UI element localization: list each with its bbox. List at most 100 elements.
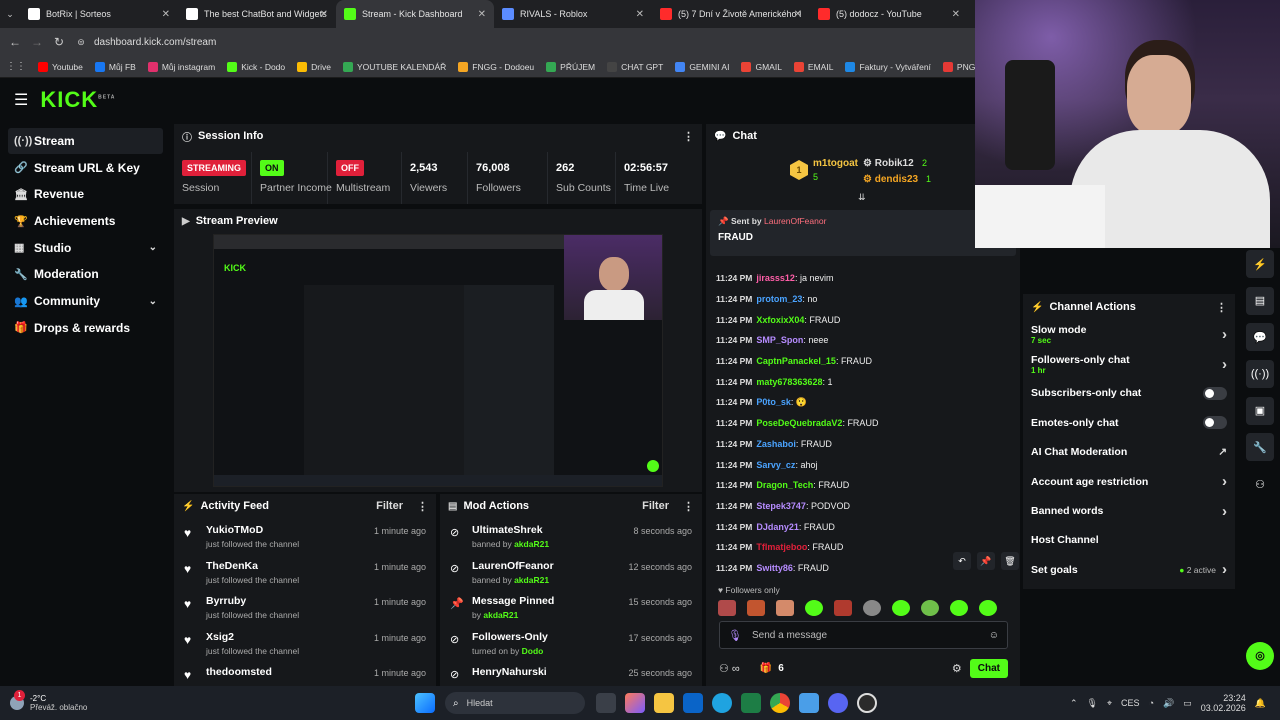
broadcast-icon[interactable]: ((·)) xyxy=(1246,360,1274,389)
chevron-down-icon[interactable]: ⌄ xyxy=(149,242,157,253)
channel-action-account-age-restriction[interactable]: Account age restriction › xyxy=(1023,467,1235,496)
notepad-icon[interactable] xyxy=(798,693,819,713)
reply-icon[interactable]: ↶ xyxy=(953,552,971,570)
explorer-icon[interactable] xyxy=(653,693,674,713)
chat-message[interactable]: 11:24 PM Dragon_Tech: FRAUD xyxy=(706,475,1020,496)
chat-username[interactable]: Sarvy_cz xyxy=(756,460,795,470)
mod-action-title[interactable]: Followers-Only xyxy=(472,631,628,643)
copilot-icon[interactable] xyxy=(624,693,645,713)
chat-message[interactable]: 11:24 PM jirasss12: ja nevim xyxy=(706,268,1020,289)
tab-search-icon[interactable]: ⌄ xyxy=(0,9,20,20)
weather-widget[interactable]: 1 -2°C Převáž. oblačno xyxy=(10,690,210,712)
wifi-icon[interactable]: ◔ xyxy=(1149,698,1154,708)
chevron-down-icon[interactable]: ⌄ xyxy=(149,296,157,307)
session-menu-icon[interactable]: ⋮ xyxy=(683,130,694,143)
users-icon[interactable]: ⚇ ∞ xyxy=(719,662,740,675)
chevron-right-icon[interactable]: › xyxy=(1222,503,1227,520)
help-icon[interactable]: ◎ xyxy=(1246,642,1274,670)
close-tab-icon[interactable]: ✕ xyxy=(478,9,486,20)
mod-action-title[interactable]: Message Pinned xyxy=(472,595,628,607)
clipboard-icon[interactable]: ▤ xyxy=(1246,286,1274,315)
forward-icon[interactable]: → xyxy=(26,35,48,49)
sidebar-item-community[interactable]: 👥 Community ⌄ xyxy=(8,288,163,314)
close-tab-icon[interactable]: ✕ xyxy=(162,9,170,20)
settings-icon[interactable]: ⚙ xyxy=(952,662,962,675)
emote-icon[interactable] xyxy=(863,600,881,616)
emote-icon[interactable] xyxy=(805,600,823,616)
bookmark-item[interactable]: GMAIL xyxy=(741,61,782,72)
users-icon[interactable]: ⚇ xyxy=(1246,470,1274,498)
emote-icon[interactable] xyxy=(921,600,939,616)
activity-item[interactable]: ♥ TheDenKa just followed the channel 1 minu… xyxy=(174,560,436,596)
chat-username[interactable]: Dragon_Tech xyxy=(756,480,813,490)
top-gifter-name[interactable]: m1togoat xyxy=(813,158,858,169)
channel-action-ai-chat-moderation[interactable]: AI Chat Moderation ↗ xyxy=(1023,438,1235,467)
chevron-right-icon[interactable]: › xyxy=(1222,561,1227,578)
bookmark-item[interactable]: YOUTUBE KALENDÁŘ xyxy=(342,61,446,72)
url-field[interactable]: dashboard.kick.com/stream xyxy=(94,37,216,48)
chat-username[interactable]: Tflmatjeboo xyxy=(756,542,807,552)
bolt-icon[interactable]: ⚡ xyxy=(1246,250,1274,278)
channel-action-banned-words[interactable]: Banned words › xyxy=(1023,496,1235,525)
emote-icon[interactable] xyxy=(718,600,736,616)
channel-action-control[interactable]: ● 2 active › xyxy=(1179,561,1227,578)
emote-icon[interactable] xyxy=(950,600,968,616)
sidebar-item-drops-rewards[interactable]: 🎁 Drops & rewards xyxy=(8,315,163,341)
chat-message[interactable]: 11:24 PM Zashaboi: FRAUD xyxy=(706,434,1020,455)
bookmark-item[interactable]: Kick - Dodo xyxy=(227,61,285,72)
battery-icon[interactable]: ▭ xyxy=(1183,698,1192,709)
sidebar-item-studio[interactable]: ▦ Studio ⌄ xyxy=(8,235,163,261)
chat-message[interactable]: 11:24 PM P0to_sk: 😲 xyxy=(706,392,1020,413)
browser-tab[interactable]: BotRix | Sorteos ✕ xyxy=(20,0,178,28)
chat-message[interactable]: 11:24 PM DJdany21: FRAUD xyxy=(706,516,1020,537)
chrome-icon[interactable] xyxy=(769,693,790,713)
close-tab-icon[interactable]: ✕ xyxy=(952,9,960,20)
activity-username[interactable]: YukioTMoD xyxy=(206,524,374,536)
menu-icon[interactable]: ☰ xyxy=(14,90,28,110)
apps-icon[interactable]: ⋮⋮ xyxy=(6,61,26,72)
chevron-right-icon[interactable]: › xyxy=(1222,473,1227,490)
activity-item[interactable]: ♥ Byrruby just followed the channel 1 minut… xyxy=(174,595,436,631)
activity-item[interactable]: ♥ thedoomsted 1 minute ago xyxy=(174,666,436,686)
bookmark-item[interactable]: FNGG - Dodoeu xyxy=(458,61,534,72)
channel-action-control[interactable]: › xyxy=(1222,356,1227,373)
mic-icon[interactable]: 🎙 xyxy=(728,629,742,642)
pin-message-icon[interactable]: 📌 xyxy=(977,552,995,570)
chat-message[interactable]: 11:24 PM Stepek3747: PODVOD xyxy=(706,496,1020,517)
send-chat-button[interactable]: Chat xyxy=(969,658,1008,678)
chat-username[interactable]: CaptnPanackel_15 xyxy=(756,356,836,366)
channel-action-control[interactable]: › xyxy=(1222,473,1227,490)
discord-icon[interactable] xyxy=(827,693,848,713)
chat-username[interactable]: DJdany21 xyxy=(756,522,799,532)
chat-input[interactable]: 🎙 Send a message ☺ xyxy=(719,621,1008,649)
delete-icon[interactable]: 🗑 xyxy=(1001,552,1019,570)
toggle-switch[interactable] xyxy=(1203,386,1227,400)
close-tab-icon[interactable]: ✕ xyxy=(636,9,644,20)
channel-action-control[interactable]: › xyxy=(1222,326,1227,343)
tray-chevron-icon[interactable]: ⌃ xyxy=(1070,698,1078,709)
chat-message[interactable]: 11:24 PM CaptnPanackel_15: FRAUD xyxy=(706,351,1020,372)
emote-icon[interactable] xyxy=(834,600,852,616)
edge-icon[interactable] xyxy=(711,693,732,713)
sidebar-item-moderation[interactable]: 🔧 Moderation xyxy=(8,261,163,287)
wrench-icon[interactable]: 🔧 xyxy=(1246,433,1274,462)
chat-username[interactable]: maty678363628 xyxy=(756,377,822,387)
chat-message[interactable]: 11:24 PM SMP_Spon: neee xyxy=(706,330,1020,351)
chat-username[interactable]: Zashaboi xyxy=(756,439,796,449)
close-tab-icon[interactable]: ✕ xyxy=(794,9,802,20)
mod-action-title[interactable]: HenryNahurski xyxy=(472,666,628,678)
mod-action-item[interactable]: ⊘ HenryNahurski 25 seconds ago xyxy=(440,666,702,686)
obs-icon[interactable] xyxy=(856,693,877,713)
mod-action-item[interactable]: 📌 Message Pinned by akdaR21 15 seconds ago xyxy=(440,595,702,631)
outlook-icon[interactable] xyxy=(682,693,703,713)
chat-username[interactable]: P0to_sk xyxy=(756,397,791,407)
clock[interactable]: 23:24 03.02.2026 xyxy=(1201,693,1246,713)
toggle-switch[interactable] xyxy=(1203,416,1227,430)
location-icon[interactable]: ⌖ xyxy=(1107,698,1112,709)
mod-menu-icon[interactable]: ⋮ xyxy=(683,500,694,513)
chat-message[interactable]: 11:24 PM Sarvy_cz: ahoj xyxy=(706,454,1020,475)
second-gifter-name[interactable]: ⚙ Robik12 xyxy=(863,158,914,169)
external-link-icon[interactable]: ↗ xyxy=(1218,446,1227,458)
activity-item[interactable]: ♥ YukioTMoD just followed the channel 1 min… xyxy=(174,524,436,560)
emote-icon[interactable] xyxy=(892,600,910,616)
